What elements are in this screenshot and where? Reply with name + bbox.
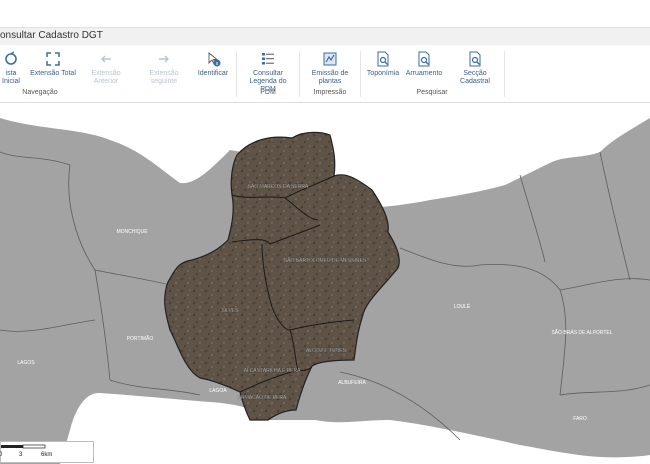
top-header xyxy=(0,0,650,27)
extensao-seguinte-button[interactable]: Extensão seguinte xyxy=(146,51,182,86)
print-map-icon xyxy=(323,52,337,66)
group-pesquisar: Pesquisar xyxy=(416,89,448,96)
full-extent-icon xyxy=(46,52,60,66)
label-alcantarilha: ALCANTARILHA E PÊRA xyxy=(244,366,302,374)
home-view-icon xyxy=(5,51,17,65)
label-algoz-tunes: ALGOZ E TUNES xyxy=(306,348,347,354)
label-albufeira: ALBUFEIRA xyxy=(338,380,366,386)
search-document-icon xyxy=(469,51,481,67)
vista-inicial-label: ista Inicial xyxy=(2,70,20,85)
emissao-plantas-button[interactable]: Emissão de plantas xyxy=(308,51,352,86)
label-monchique: MONCHIQUE xyxy=(116,229,148,235)
label-armacao: ARMAÇÃO DE PÊRA xyxy=(238,393,287,401)
ribbon-toolbar: ista Inicial Extensão Total Extensão Ant… xyxy=(0,45,650,103)
scale-bar-graphic xyxy=(1,444,46,449)
arrow-left-icon xyxy=(101,55,111,63)
label-lagoa: LAGOA xyxy=(209,388,227,394)
seccao-cadastral-label: Secção Cadastral xyxy=(460,70,490,85)
scale-label-3: 3 xyxy=(19,452,23,458)
scale-label-6km: 6km xyxy=(41,452,53,458)
vista-inicial-button[interactable]: ista Inicial xyxy=(0,51,24,86)
separator xyxy=(504,51,505,97)
label-sao-bras: SÃO BRÁS DE ALPORTEL xyxy=(551,329,612,336)
emissao-plantas-label: Emissão de plantas xyxy=(311,70,349,85)
map-canvas[interactable]: SÃO MARCOS DA SERRA SÃO BARTOLOMEU DE ME… xyxy=(0,103,650,464)
scale-bar: 0 3 6km xyxy=(0,441,94,463)
extensao-seguinte-label: Extensão seguinte xyxy=(149,70,179,85)
label-lagos: LAGOS xyxy=(17,360,35,366)
extensao-total-label: Extensão Total xyxy=(30,70,76,77)
tab-title[interactable]: onsultar Cadastro DGT xyxy=(0,30,103,41)
search-document-icon xyxy=(418,51,430,67)
scale-label-0: 0 xyxy=(0,452,3,458)
extensao-total-button[interactable]: Extensão Total xyxy=(30,51,76,78)
identify-icon xyxy=(208,52,221,67)
group-navegacao: Navegação xyxy=(22,89,58,96)
label-portimao: PORTIMÃO xyxy=(127,335,154,342)
identificar-button[interactable]: Identificar xyxy=(196,51,230,78)
arruamento-label: Arruamento xyxy=(405,70,443,77)
label-sao-marcos: SÃO MARCOS DA SERRA xyxy=(248,183,309,190)
label-loule: LOULÉ xyxy=(454,303,471,310)
seccao-cadastral-button[interactable]: Secção Cadastral xyxy=(450,51,500,86)
extensao-anterior-button[interactable]: Extensão Anterior xyxy=(88,51,124,86)
legend-list-icon xyxy=(262,53,274,65)
label-silves: SILVES xyxy=(221,308,239,314)
toponimia-label: Toponímia xyxy=(366,70,400,77)
separator xyxy=(236,51,237,97)
identificar-label: Identificar xyxy=(197,70,229,77)
label-sao-bartolomeu: SÃO BARTOLOMEU DE MESSINES xyxy=(284,257,367,264)
arruamento-button[interactable]: Arruamento xyxy=(405,51,443,78)
arrow-right-icon xyxy=(159,55,169,63)
tab-bar: onsultar Cadastro DGT xyxy=(0,27,650,46)
separator xyxy=(299,51,300,97)
extensao-anterior-label: Extensão Anterior xyxy=(91,70,121,85)
group-pdm: PDM xyxy=(260,89,276,96)
separator xyxy=(360,51,361,97)
toponimia-button[interactable]: Toponímia xyxy=(366,51,400,78)
map-view[interactable]: SÃO MARCOS DA SERRA SÃO BARTOLOMEU DE ME… xyxy=(0,103,650,464)
consultar-legenda-button[interactable]: Consultar Legenda do PDM xyxy=(243,51,293,94)
label-faro: FARO xyxy=(573,416,587,422)
search-document-icon xyxy=(377,51,389,67)
group-impressao: Impressão xyxy=(313,89,347,96)
